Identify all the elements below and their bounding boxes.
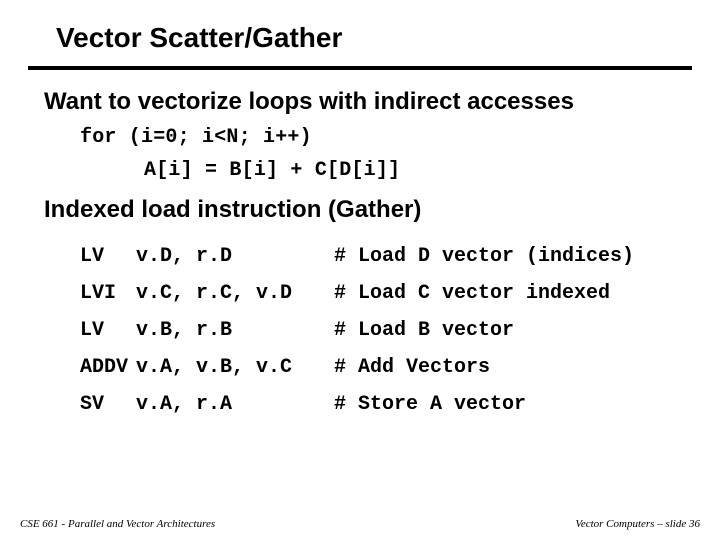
footer: CSE 661 - Parallel and Vector Architectu… <box>20 518 700 530</box>
instruction-comment: # Load B vector <box>334 312 634 349</box>
instruction-comment: # Store A vector <box>334 386 634 423</box>
page-title: Vector Scatter/Gather <box>0 0 720 62</box>
instruction-comment: # Add Vectors <box>334 349 634 386</box>
instruction-op: LVI <box>80 275 136 312</box>
instruction-row: LVv.B, r.B# Load B vector <box>80 312 634 349</box>
instruction-comment: # Load C vector indexed <box>334 275 634 312</box>
instruction-op: ADDV <box>80 349 136 386</box>
code-assignment: A[i] = B[i] + C[D[i]] <box>144 159 692 182</box>
slide: { "title": "Vector Scatter/Gather", "hea… <box>0 0 720 540</box>
instruction-row: LVv.D, r.D# Load D vector (indices) <box>80 238 634 275</box>
content: Want to vectorize loops with indirect ac… <box>0 70 720 423</box>
instruction-args: v.A, r.A <box>136 386 334 423</box>
heading-goal: Want to vectorize loops with indirect ac… <box>44 88 692 116</box>
footer-right: Vector Computers – slide 36 <box>575 518 700 530</box>
instruction-args: v.C, r.C, v.D <box>136 275 334 312</box>
code-for-loop: for (i=0; i<N; i++) <box>80 126 692 149</box>
instruction-args: v.D, r.D <box>136 238 334 275</box>
instruction-args: v.B, r.B <box>136 312 334 349</box>
instruction-row: LVIv.C, r.C, v.D# Load C vector indexed <box>80 275 634 312</box>
footer-left: CSE 661 - Parallel and Vector Architectu… <box>20 518 215 530</box>
instruction-row: SVv.A, r.A# Store A vector <box>80 386 634 423</box>
instruction-row: ADDVv.A, v.B, v.C# Add Vectors <box>80 349 634 386</box>
instruction-op: LV <box>80 238 136 275</box>
instruction-args: v.A, v.B, v.C <box>136 349 334 386</box>
instruction-op: SV <box>80 386 136 423</box>
instruction-op: LV <box>80 312 136 349</box>
instruction-table: LVv.D, r.D# Load D vector (indices)LVIv.… <box>80 238 634 423</box>
instruction-comment: # Load D vector (indices) <box>334 238 634 275</box>
heading-gather: Indexed load instruction (Gather) <box>44 196 692 224</box>
